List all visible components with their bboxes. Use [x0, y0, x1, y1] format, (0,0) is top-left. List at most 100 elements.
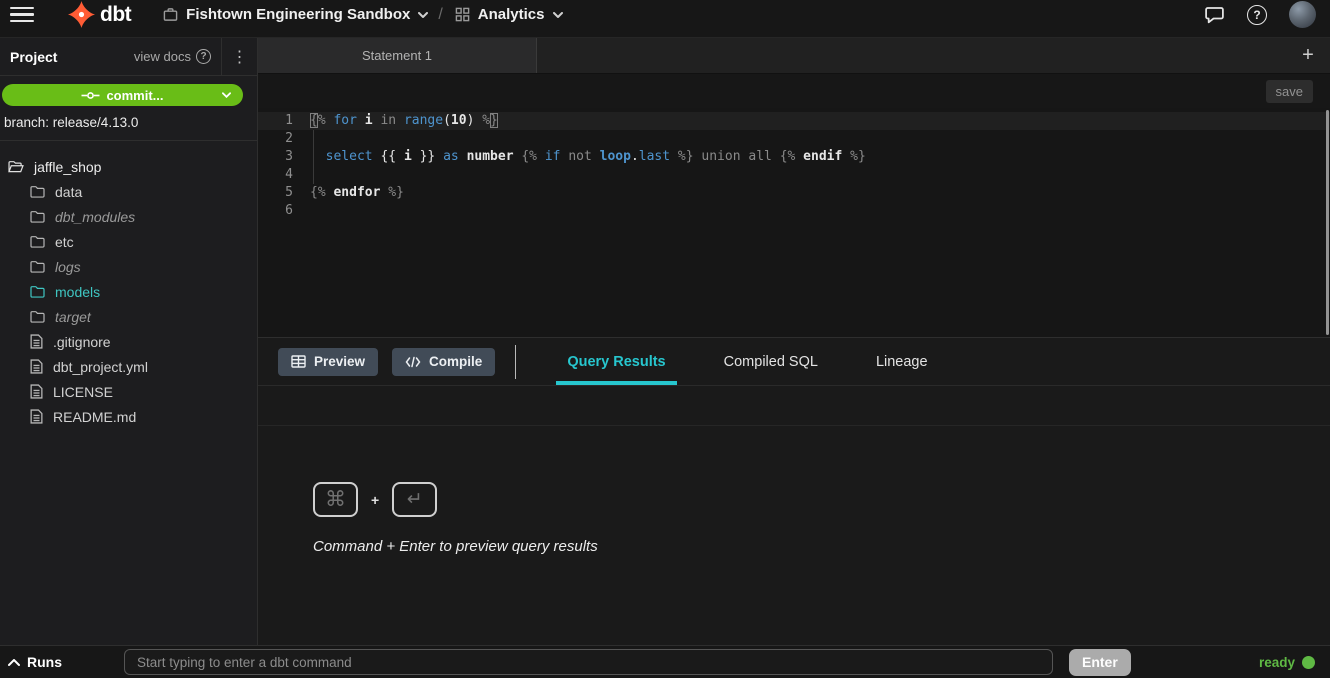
- tree-item-label: .gitignore: [53, 334, 111, 350]
- results-tab-lineage[interactable]: Lineage: [865, 338, 939, 385]
- compile-label: Compile: [429, 354, 482, 369]
- status-dot-icon: [1302, 656, 1315, 669]
- editor-column: Statement 1 + save 1{% for i in range(10…: [258, 38, 1330, 645]
- main-area: Project view docs ? ⋮ commit... branc: [0, 38, 1330, 645]
- editor-scrollbar[interactable]: [1326, 110, 1329, 335]
- project-selector[interactable]: Analytics: [455, 6, 563, 23]
- chat-icon[interactable]: [1204, 5, 1225, 25]
- code-text: [310, 130, 1330, 148]
- tree-item-label: models: [55, 284, 100, 300]
- runs-toggle[interactable]: Runs: [8, 654, 62, 670]
- code-line[interactable]: 5{% endfor %}: [258, 184, 1330, 202]
- tree-item-jaffle-shop[interactable]: jaffle_shop: [0, 154, 257, 179]
- line-number: 2: [258, 130, 310, 148]
- chevron-down-icon: [418, 12, 428, 18]
- code-text: select {{ i }} as number {% if not loop.…: [310, 148, 1330, 166]
- folder-open-icon: [8, 160, 24, 173]
- editor-toolbar: save: [258, 74, 1330, 108]
- toolbar-divider: [515, 345, 516, 379]
- tree-item-label: jaffle_shop: [34, 159, 101, 175]
- code-line[interactable]: 4: [258, 166, 1330, 184]
- dbt-ide-app: dbt Fishtown Engineering Sandbox / Analy…: [0, 0, 1330, 678]
- line-number: 3: [258, 148, 310, 166]
- table-icon: [291, 355, 306, 368]
- tree-item-label: README.md: [53, 409, 136, 425]
- view-docs-link[interactable]: view docs ?: [134, 49, 221, 64]
- line-number: 4: [258, 166, 310, 184]
- status-bar: Runs Enter ready: [0, 645, 1330, 678]
- tree-item-dbt-project-yml[interactable]: dbt_project.yml: [0, 354, 257, 379]
- hamburger-menu-icon[interactable]: [10, 7, 34, 23]
- plus-separator: +: [371, 492, 379, 508]
- account-selector[interactable]: Fishtown Engineering Sandbox: [163, 6, 428, 23]
- tree-item-label: dbt_modules: [55, 209, 135, 225]
- command-keycap-icon: ⌘: [313, 482, 358, 517]
- editor-tab-statement-1[interactable]: Statement 1: [258, 38, 537, 73]
- tree-item-readme-md[interactable]: README.md: [0, 404, 257, 429]
- code-text: {% endfor %}: [310, 184, 1330, 202]
- tree-item-data[interactable]: data: [0, 179, 257, 204]
- sidebar-title: Project: [10, 49, 57, 65]
- save-button[interactable]: save: [1266, 80, 1313, 103]
- commit-button[interactable]: commit...: [2, 84, 243, 106]
- dbt-command-input[interactable]: [124, 649, 1053, 675]
- code-line[interactable]: 2: [258, 130, 1330, 148]
- help-question-glyph: ?: [1253, 8, 1260, 22]
- project-sidebar: Project view docs ? ⋮ commit... branc: [0, 38, 258, 645]
- code-line[interactable]: 1{% for i in range(10) %}: [258, 112, 1330, 130]
- kebab-icon: ⋮: [232, 47, 248, 67]
- tree-item-label: dbt_project.yml: [53, 359, 148, 375]
- sidebar-menu-button[interactable]: ⋮: [221, 38, 257, 75]
- preview-label: Preview: [314, 354, 365, 369]
- dbt-logo[interactable]: dbt: [68, 1, 131, 28]
- tree-item-target[interactable]: target: [0, 304, 257, 329]
- commit-label: commit...: [106, 88, 163, 103]
- file-icon: [30, 334, 43, 349]
- command-glyph: ⌘: [325, 487, 346, 512]
- results-toolbar: Preview Compile Query Results Compiled SQ…: [258, 338, 1330, 386]
- tree-item-license[interactable]: LICENSE: [0, 379, 257, 404]
- tree-item--gitignore[interactable]: .gitignore: [0, 329, 257, 354]
- folder-icon: [30, 210, 45, 223]
- editor-tab-label: Statement 1: [362, 48, 432, 63]
- tree-item-logs[interactable]: logs: [0, 254, 257, 279]
- hint-text: Command + Enter to preview query results: [313, 538, 598, 555]
- view-docs-label: view docs: [134, 49, 191, 64]
- compile-button[interactable]: Compile: [392, 348, 495, 376]
- tree-item-label: LICENSE: [53, 384, 113, 400]
- tree-item-etc[interactable]: etc: [0, 229, 257, 254]
- tree-item-label: etc: [55, 234, 74, 250]
- tree-item-dbt-modules[interactable]: dbt_modules: [0, 204, 257, 229]
- code-icon: [405, 356, 421, 368]
- results-tab-query-results[interactable]: Query Results: [556, 338, 676, 385]
- enter-keycap-icon: ↵: [392, 482, 437, 517]
- docs-help-icon: ?: [196, 49, 211, 64]
- preview-button[interactable]: Preview: [278, 348, 378, 376]
- code-editor[interactable]: 1{% for i in range(10) %}23 select {{ i …: [258, 108, 1330, 338]
- help-icon[interactable]: ?: [1247, 5, 1267, 25]
- return-glyph: ↵: [407, 488, 423, 511]
- folder-icon: [30, 235, 45, 248]
- line-number: 5: [258, 184, 310, 202]
- plus-icon: +: [1302, 44, 1314, 67]
- code-line[interactable]: 6: [258, 202, 1330, 220]
- indent-guide: [313, 130, 314, 184]
- tree-item-label: target: [55, 309, 91, 325]
- top-bar-right: ?: [1204, 1, 1316, 28]
- shortcut-hint: ⌘ + ↵ Command + Enter to preview query r…: [313, 482, 598, 555]
- chevron-up-icon: [8, 659, 20, 666]
- results-tab-compiled-sql[interactable]: Compiled SQL: [713, 338, 829, 385]
- user-avatar[interactable]: [1289, 1, 1316, 28]
- new-tab-button[interactable]: +: [1286, 38, 1330, 73]
- editor-tab-bar: Statement 1 +: [258, 38, 1330, 74]
- runs-label: Runs: [27, 654, 62, 670]
- code-line[interactable]: 3 select {{ i }} as number {% if not loo…: [258, 148, 1330, 166]
- briefcase-icon: [163, 7, 178, 22]
- code-text: [310, 166, 1330, 184]
- top-bar: dbt Fishtown Engineering Sandbox / Analy…: [0, 0, 1330, 38]
- folder-icon: [30, 310, 45, 323]
- results-panel: ⌘ + ↵ Command + Enter to preview query r…: [258, 386, 1330, 645]
- tree-item-models[interactable]: models: [0, 279, 257, 304]
- folder-icon: [30, 285, 45, 298]
- enter-button[interactable]: Enter: [1069, 649, 1131, 676]
